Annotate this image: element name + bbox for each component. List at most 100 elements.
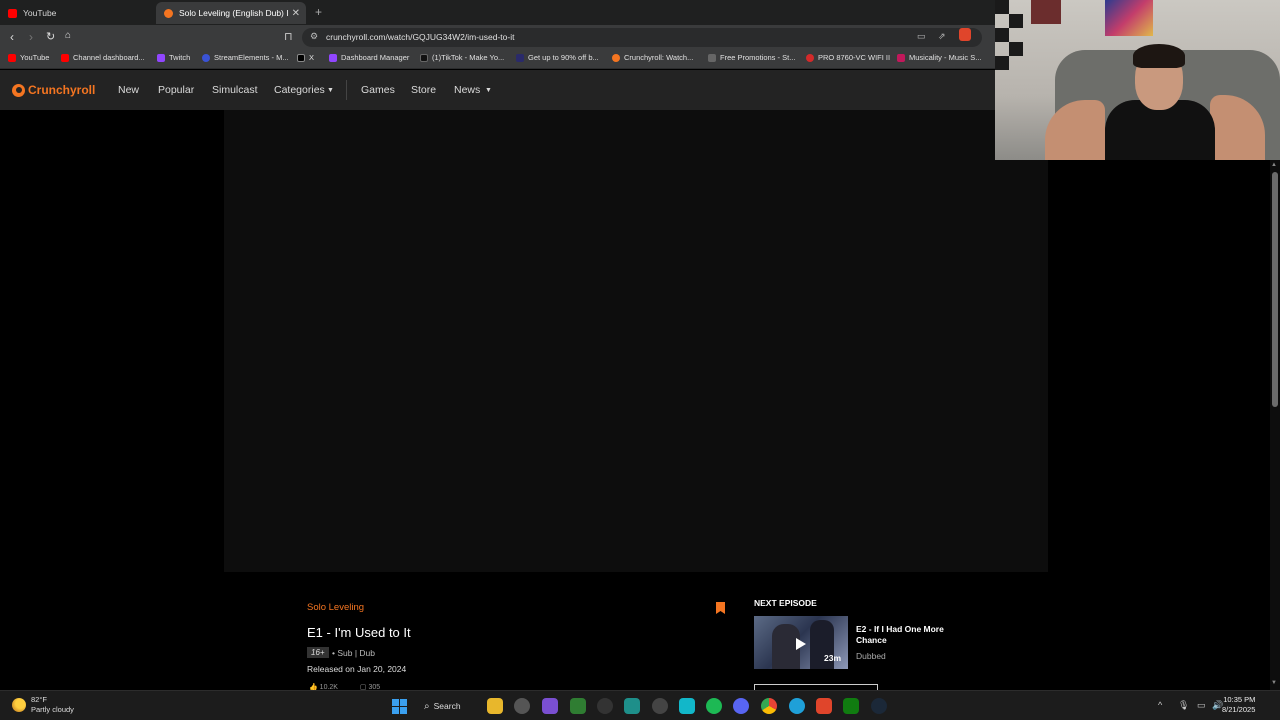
- brave-icon[interactable]: [816, 698, 832, 714]
- play-icon[interactable]: [796, 638, 806, 650]
- bookmark-x[interactable]: X: [297, 53, 314, 62]
- chevron-up-icon[interactable]: ^: [1158, 700, 1162, 710]
- tab-crunchyroll[interactable]: Solo Leveling (English Dub) I'm U ✕: [156, 2, 306, 24]
- bookmark-pro-router[interactable]: PRO 8760-VC WIFI II: [806, 53, 890, 62]
- address-bar[interactable]: ⚙ crunchyroll.com/watch/GQJUG34W2/im-use…: [302, 28, 982, 47]
- weather-widget[interactable]: 82°F Partly cloudy: [12, 695, 74, 715]
- audio-options: • Sub | Dub: [332, 648, 375, 658]
- capcut-icon[interactable]: [679, 698, 695, 714]
- page-scrollbar[interactable]: ▲ ▼: [1270, 160, 1280, 690]
- bookmark-channel-dashboard[interactable]: Channel dashboard...: [61, 53, 145, 62]
- router-icon: [806, 53, 814, 62]
- bookmark-tiktok[interactable]: (1)TikTok - Make Yo...: [420, 53, 504, 62]
- nav-games[interactable]: Games: [361, 84, 395, 96]
- site-info-icon[interactable]: ⚙: [310, 31, 318, 42]
- nav-divider: [346, 80, 347, 100]
- twitch-icon: [157, 53, 165, 62]
- nvidia-icon[interactable]: [570, 698, 586, 714]
- edge-icon[interactable]: [789, 698, 805, 714]
- windows-start-icon[interactable]: [392, 699, 407, 714]
- streamelements-icon: [202, 53, 210, 62]
- bookmark-twitch[interactable]: Twitch: [157, 53, 190, 62]
- youtube-icon: [61, 53, 69, 62]
- wall-decor: [1009, 14, 1023, 28]
- crunchyroll-header: Crunchyroll New Popular Simulcast Catego…: [0, 70, 995, 110]
- network-icon[interactable]: ▭: [1197, 700, 1206, 711]
- close-tab-icon[interactable]: ✕: [292, 8, 300, 19]
- wall-decor: [995, 56, 1009, 70]
- partly-cloudy-icon: [12, 698, 26, 712]
- 4k-video-icon[interactable]: [597, 698, 613, 714]
- bookmark-youtube[interactable]: YouTube: [8, 53, 49, 62]
- settings-icon[interactable]: [514, 698, 530, 714]
- crunchyroll-icon: [164, 8, 173, 18]
- scroll-down-icon[interactable]: ▼: [1271, 680, 1277, 686]
- x-icon: [297, 53, 305, 62]
- nav-store[interactable]: Store: [411, 84, 436, 96]
- poster: [1105, 0, 1153, 36]
- brave-shields-icon[interactable]: [959, 28, 971, 41]
- share-icon[interactable]: ⇗: [938, 31, 946, 42]
- nav-news[interactable]: News: [454, 84, 480, 96]
- tab-title: Solo Leveling (English Dub) I'm U: [179, 8, 289, 18]
- release-date: Released on Jan 20, 2024: [307, 664, 407, 674]
- file-explorer-icon[interactable]: [487, 698, 503, 714]
- obs-icon[interactable]: [652, 698, 668, 714]
- nav-categories[interactable]: Categories: [274, 84, 325, 96]
- chevron-down-icon[interactable]: ▼: [485, 87, 492, 94]
- scrollbar-thumb[interactable]: [1272, 172, 1278, 407]
- system-clock[interactable]: 10:35 PM 8/21/2025: [1222, 695, 1255, 715]
- nav-popular[interactable]: Popular: [158, 84, 194, 96]
- chevron-down-icon[interactable]: ▼: [327, 87, 334, 94]
- bookmark-free-promotions[interactable]: Free Promotions - St...: [708, 53, 795, 62]
- spotify-icon[interactable]: [706, 698, 722, 714]
- tab-title: YouTube: [23, 8, 57, 18]
- music-icon: [897, 53, 905, 62]
- browser-toolbar: ‹ › ↻ ⌂ ⊓ ⚙ crunchyroll.com/watch/GQJUG3…: [0, 25, 995, 49]
- bookmark-deal[interactable]: Get up to 90% off b...: [516, 53, 599, 62]
- home-icon[interactable]: ⌂: [65, 30, 71, 41]
- weather-temp: 82°F: [31, 695, 47, 704]
- tab-youtube[interactable]: YouTube: [0, 2, 155, 24]
- taskbar-search[interactable]: ⌕ Search: [424, 697, 461, 715]
- nav-new[interactable]: New: [118, 84, 139, 96]
- bookmarks-bar: YouTube Channel dashboard... Twitch Stre…: [0, 49, 995, 69]
- game-controller-icon[interactable]: [542, 698, 558, 714]
- bookmark-streamelements[interactable]: StreamElements - M...: [202, 53, 289, 62]
- wall-decor: [995, 0, 1009, 14]
- episode-title: E1 - I'm Used to It: [307, 625, 411, 640]
- poster: [1031, 0, 1061, 24]
- cast-icon[interactable]: ▭: [917, 31, 926, 42]
- crunchyroll-logo[interactable]: Crunchyroll: [12, 83, 95, 97]
- series-link[interactable]: Solo Leveling: [307, 602, 364, 613]
- chrome-icon[interactable]: [761, 698, 777, 714]
- new-tab-button[interactable]: +: [315, 5, 322, 19]
- microphone-icon[interactable]: 🎙: [1178, 700, 1189, 711]
- clock-time: 10:35 PM: [1223, 695, 1256, 704]
- discord-icon[interactable]: [733, 698, 749, 714]
- back-icon[interactable]: ‹: [10, 30, 14, 44]
- bookmark-musicality[interactable]: Musicality - Music S...: [897, 53, 982, 62]
- streamer-hair: [1133, 44, 1185, 68]
- next-episode-heading: NEXT EPISODE: [754, 598, 817, 608]
- store-icon: [516, 53, 524, 62]
- forward-icon[interactable]: ›: [29, 30, 33, 44]
- bookmark-crunchyroll[interactable]: Crunchyroll: Watch...: [612, 53, 693, 62]
- doc-icon: [708, 53, 716, 62]
- brand-name: Crunchyroll: [28, 83, 96, 97]
- reload-icon[interactable]: ↻: [46, 30, 55, 43]
- bookmark-dashboard-manager[interactable]: Dashboard Manager: [329, 53, 409, 62]
- maturity-rating-badge: 16+: [307, 647, 329, 658]
- steam-icon[interactable]: [871, 698, 887, 714]
- terminal-app-icon[interactable]: [624, 698, 640, 714]
- next-episode-status: Dubbed: [856, 651, 886, 661]
- scroll-up-icon[interactable]: ▲: [1271, 162, 1277, 168]
- nav-simulcast[interactable]: Simulcast: [212, 84, 258, 96]
- video-player[interactable]: [224, 110, 1048, 572]
- bookmark-page-icon[interactable]: ⊓: [284, 30, 293, 43]
- xbox-icon[interactable]: [843, 698, 859, 714]
- next-episode-title[interactable]: E2 - If I Had One More Chance: [856, 624, 966, 646]
- youtube-icon: [8, 8, 17, 18]
- windows-taskbar: 82°F Partly cloudy ⌕ Search ^ 🎙 ▭ 🔊 10:3…: [0, 690, 1280, 720]
- next-episode-duration: 23m: [824, 653, 842, 663]
